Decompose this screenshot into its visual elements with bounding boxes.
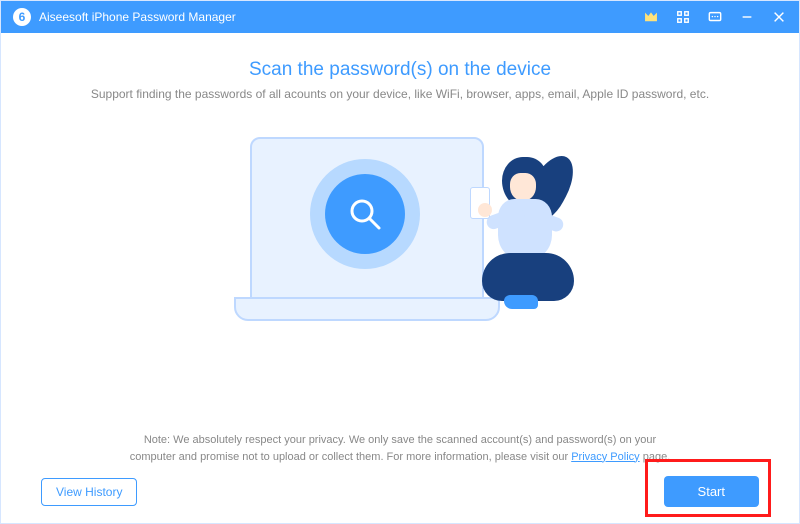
app-logo-icon: 6 bbox=[13, 8, 31, 26]
app-window: 6 Aiseesoft iPhone Password Manager Scan… bbox=[0, 0, 800, 524]
scan-circle-inner bbox=[325, 174, 405, 254]
app-title: Aiseesoft iPhone Password Manager bbox=[39, 10, 236, 24]
start-button[interactable]: Start bbox=[664, 476, 759, 507]
close-icon[interactable] bbox=[771, 9, 787, 25]
person-graphic bbox=[454, 151, 594, 321]
menu-grid-icon[interactable] bbox=[675, 9, 691, 25]
view-history-button[interactable]: View History bbox=[41, 478, 137, 506]
privacy-policy-link[interactable]: Privacy Policy bbox=[571, 451, 639, 463]
note-line2-prefix: computer and promise not to upload or co… bbox=[130, 451, 571, 463]
page-subheading: Support finding the passwords of all aco… bbox=[91, 87, 709, 101]
titlebar: 6 Aiseesoft iPhone Password Manager bbox=[1, 1, 799, 33]
footer-row: View History Start bbox=[41, 476, 759, 507]
note-line2-suffix: page. bbox=[640, 451, 671, 463]
feedback-icon[interactable] bbox=[707, 9, 723, 25]
page-heading: Scan the password(s) on the device bbox=[249, 59, 551, 81]
minimize-icon[interactable] bbox=[739, 9, 755, 25]
note-line1: Note: We absolutely respect your privacy… bbox=[144, 434, 656, 446]
privacy-note: Note: We absolutely respect your privacy… bbox=[1, 432, 799, 465]
illustration bbox=[240, 127, 560, 347]
magnifier-icon bbox=[345, 194, 385, 234]
main-content: Scan the password(s) on the device Suppo… bbox=[1, 33, 799, 523]
crown-icon[interactable] bbox=[643, 9, 659, 25]
titlebar-actions bbox=[643, 9, 787, 25]
